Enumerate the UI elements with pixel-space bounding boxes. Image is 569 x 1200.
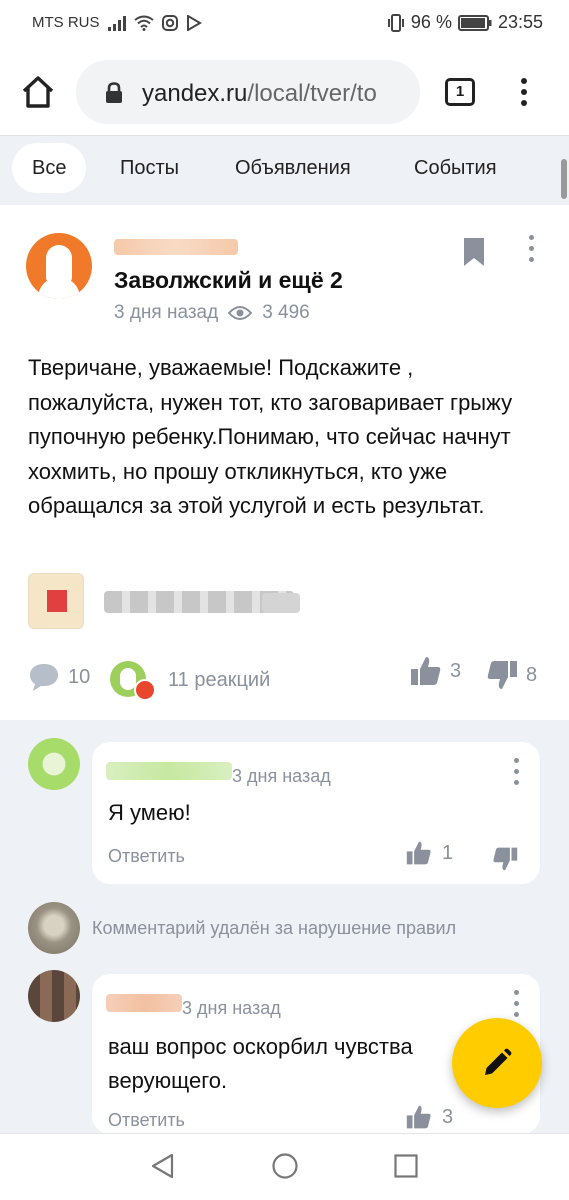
- reactions-icon: [110, 659, 160, 701]
- author-name-blurred[interactable]: [114, 239, 238, 255]
- dislike-button[interactable]: 8: [486, 659, 537, 691]
- battery-label: 96 %: [410, 12, 452, 32]
- create-post-button[interactable]: [452, 1018, 542, 1108]
- play-icon: [186, 14, 202, 31]
- wifi-icon: [133, 15, 154, 31]
- post-text: Тверичане, уважаемые! Подскажите , пожал…: [28, 355, 513, 518]
- tab-posts[interactable]: Посты: [100, 143, 199, 193]
- author-avatar[interactable]: [26, 233, 92, 299]
- tab-all[interactable]: Все: [12, 143, 87, 193]
- tab-events[interactable]: События: [394, 143, 517, 193]
- tabs-scrollbar[interactable]: [561, 159, 567, 199]
- dislike-icon[interactable]: [492, 846, 518, 872]
- like-icon: [406, 1105, 431, 1129]
- link-extra-blurred: [262, 593, 300, 613]
- back-nav-icon[interactable]: [150, 1152, 176, 1180]
- bookmark-icon[interactable]: [463, 237, 485, 267]
- instagram-icon: [161, 14, 178, 31]
- dislikes-count: 8: [526, 663, 538, 686]
- comment-like-button[interactable]: 1: [406, 840, 453, 866]
- clock: 23:55: [497, 12, 543, 32]
- tab-ads[interactable]: Объявления: [215, 143, 371, 193]
- like-icon: [406, 841, 431, 865]
- post-views: 3 496: [262, 302, 310, 323]
- comment-icon: [30, 664, 58, 691]
- comments-count: 10: [68, 665, 91, 688]
- url-host: yandex.ru: [142, 80, 248, 107]
- post-more-icon[interactable]: [527, 235, 535, 265]
- signal-icon: [107, 15, 126, 31]
- comment-avatar[interactable]: [28, 970, 80, 1022]
- reply-button[interactable]: Ответить: [108, 846, 185, 867]
- tab-switcher-icon[interactable]: 1: [445, 78, 475, 106]
- link-thumbnail[interactable]: [28, 573, 84, 629]
- carrier-label: MTS RUS: [32, 14, 100, 31]
- post-time: 3 дня назад: [114, 302, 219, 323]
- comment-time: 3 дня назад: [182, 998, 281, 1018]
- lock-icon: [106, 82, 122, 103]
- comment-like-button[interactable]: 3: [406, 1104, 453, 1130]
- deleted-comment-text: Комментарий удалён за нарушение правил: [92, 918, 457, 938]
- comments-button[interactable]: 10: [28, 662, 90, 692]
- post-meta: 3 дня назад 3 496: [114, 302, 310, 324]
- home-nav-icon[interactable]: [271, 1152, 299, 1180]
- commenter-name-blurred[interactable]: [106, 762, 232, 780]
- dislike-icon: [487, 661, 517, 689]
- post-card: Заволжский и ещё 2 3 дня назад 3 496 Тве…: [0, 205, 569, 720]
- pencil-icon: [485, 1048, 512, 1075]
- comment-text: Я умею!: [108, 800, 191, 825]
- reactions-button[interactable]: 11 реакций: [110, 659, 270, 701]
- address-bar[interactable]: yandex.ru/local/tver/to: [76, 60, 420, 124]
- url-path: /local/tver/to: [247, 80, 377, 107]
- comment-card: 3 дня назад Я умею! Ответить 1: [92, 742, 540, 884]
- comment-time: 3 дня назад: [232, 766, 331, 786]
- home-icon[interactable]: [20, 74, 56, 110]
- tab-count: 1: [455, 83, 465, 100]
- status-bar: MTS RUS 96 % 23:55: [0, 0, 569, 48]
- reply-button[interactable]: Ответить: [108, 1110, 185, 1131]
- recents-nav-icon[interactable]: [393, 1152, 419, 1180]
- eye-icon: [228, 306, 253, 320]
- status-right: 96 % 23:55: [387, 12, 543, 33]
- status-left: MTS RUS: [32, 14, 202, 31]
- post-actions: 10 11 реакций 3 8: [0, 655, 569, 705]
- system-nav-bar: [0, 1133, 569, 1200]
- comment-more-icon[interactable]: [512, 990, 520, 1020]
- battery-icon: [457, 14, 492, 31]
- commenter-name-blurred[interactable]: [106, 994, 182, 1012]
- like-button[interactable]: 3: [410, 655, 461, 687]
- url-text: yandex.ru/local/tver/to: [142, 80, 412, 108]
- comment-likes-count: 1: [442, 841, 454, 864]
- browser-toolbar: yandex.ru/local/tver/to 1: [0, 48, 569, 136]
- comment-avatar[interactable]: [28, 902, 80, 954]
- reactions-count: 11 реакций: [168, 668, 271, 691]
- post-location[interactable]: Заволжский и ещё 2: [114, 267, 343, 294]
- comment-more-icon[interactable]: [512, 758, 520, 788]
- comment-likes-count: 3: [442, 1105, 454, 1128]
- category-tabs: Все Посты Объявления События: [0, 137, 569, 203]
- likes-count: 3: [450, 659, 462, 682]
- like-icon: [411, 657, 441, 685]
- vibrate-icon: [387, 13, 404, 32]
- comment-avatar[interactable]: [28, 738, 80, 790]
- menu-icon[interactable]: [515, 78, 533, 108]
